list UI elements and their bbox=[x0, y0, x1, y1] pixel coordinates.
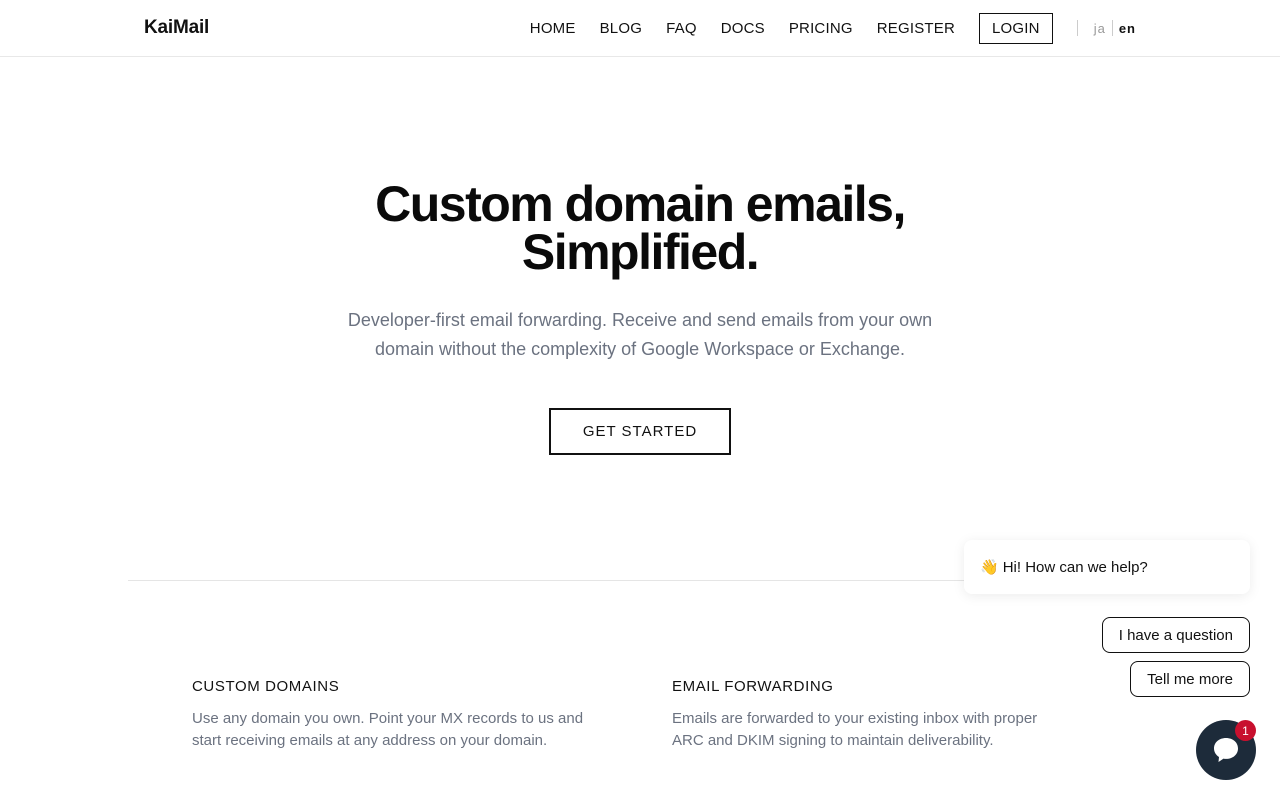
nav-faq[interactable]: FAQ bbox=[666, 20, 697, 37]
logo[interactable]: KaiMail bbox=[144, 17, 209, 39]
nav-blog[interactable]: BLOG bbox=[600, 20, 642, 37]
main-nav: HOME BLOG FAQ DOCS PRICING REGISTER LOGI… bbox=[530, 12, 1136, 44]
chat-option-question[interactable]: I have a question bbox=[1101, 617, 1250, 653]
lang-en[interactable]: en bbox=[1119, 21, 1136, 36]
hero-subtitle: Developer-first email forwarding. Receiv… bbox=[347, 310, 933, 359]
feature-description: Use any domain you own. Point your MX re… bbox=[192, 710, 584, 749]
nav-register[interactable]: REGISTER bbox=[877, 20, 955, 37]
chat-option-tell-more[interactable]: Tell me more bbox=[1130, 661, 1250, 697]
login-button[interactable]: LOGIN bbox=[979, 12, 1053, 44]
top-navbar: KaiMail HOME BLOG FAQ DOCS PRICING REGIS… bbox=[0, 0, 1280, 57]
hero-section: Custom domain emails, Simplified. Develo… bbox=[0, 179, 1280, 455]
chat-greeting-bubble: 👋 Hi! How can we help? bbox=[964, 540, 1250, 594]
hero-title-line2: Simplified. bbox=[521, 224, 760, 280]
nav-pricing[interactable]: PRICING bbox=[789, 20, 853, 37]
feature-custom-domains: CUSTOM DOMAINS Use any domain you own. P… bbox=[192, 678, 592, 752]
feature-title: CUSTOM DOMAINS bbox=[192, 678, 340, 695]
lang-ja[interactable]: ja bbox=[1094, 21, 1106, 36]
nav-home[interactable]: HOME bbox=[530, 20, 576, 37]
feature-email-forwarding: EMAIL FORWARDING Emails are forwarded to… bbox=[672, 678, 1072, 752]
lang-divider bbox=[1111, 20, 1113, 36]
hero-title: Custom domain emails, Simplified. bbox=[0, 179, 1280, 277]
lang-divider bbox=[1076, 20, 1078, 36]
nav-docs[interactable]: DOCS bbox=[721, 20, 765, 37]
chat-greeting-text: Hi! How can we help? bbox=[1002, 558, 1148, 576]
wave-icon: 👋 bbox=[980, 559, 999, 576]
unread-badge: 1 bbox=[1235, 720, 1256, 741]
chat-icon bbox=[1214, 738, 1238, 762]
language-switcher: ja en bbox=[1076, 20, 1136, 36]
feature-title: EMAIL FORWARDING bbox=[672, 678, 834, 695]
get-started-button[interactable]: GET STARTED bbox=[548, 408, 732, 455]
feature-description: Emails are forwarded to your existing in… bbox=[672, 710, 1038, 749]
